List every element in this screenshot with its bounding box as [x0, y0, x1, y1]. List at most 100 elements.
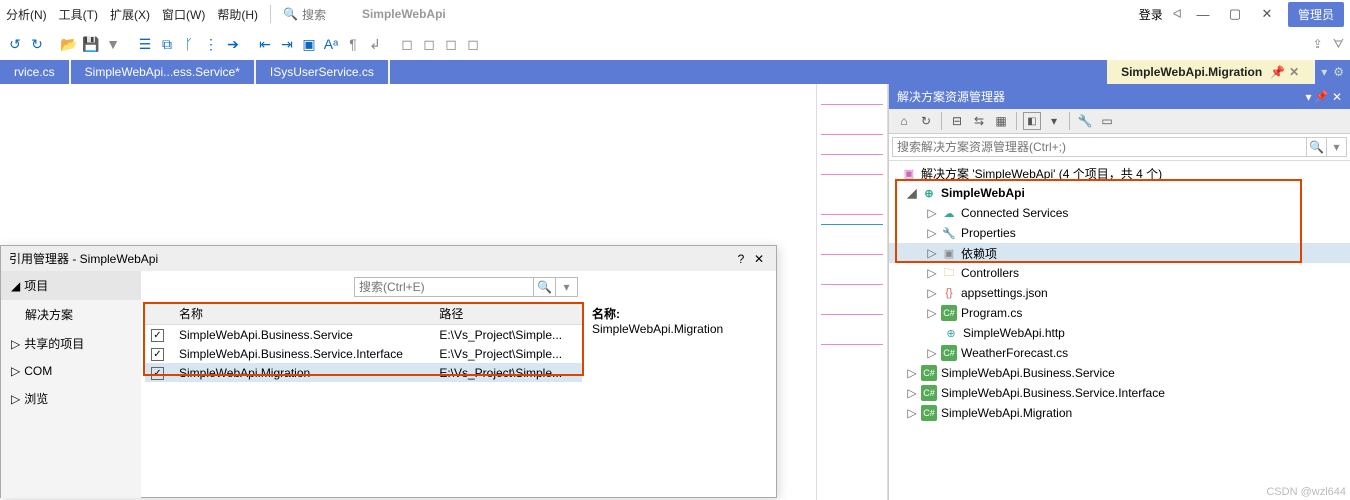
dialog-search-button[interactable]: 🔍 [534, 277, 556, 297]
chevron-right-icon[interactable]: ▷ [927, 306, 937, 320]
filter-icon[interactable]: ▾ [1045, 112, 1063, 130]
controllers-row[interactable]: ▷ 🗀 Controllers [889, 263, 1350, 283]
http-row[interactable]: ⊕ SimpleWebApi.http [889, 323, 1350, 343]
explorer-search-button[interactable]: 🔍 [1307, 137, 1327, 157]
weather-row[interactable]: ▷ C# WeatherForecast.cs [889, 343, 1350, 363]
explorer-search-input[interactable] [892, 137, 1307, 157]
explorer-search-dropdown[interactable]: ▾ [1327, 137, 1347, 157]
bookmark3-icon[interactable]: ◻ [442, 35, 460, 53]
feedback-icon[interactable]: ᗊ [1333, 37, 1344, 52]
dropdown-icon[interactable]: ▼ [104, 35, 122, 53]
outdent-icon[interactable]: ⇤ [256, 35, 274, 53]
dependencies-row[interactable]: ▷ ▣ 依赖项 [889, 243, 1350, 263]
solution-row[interactable]: ▣ 解决方案 'SimpleWebApi' (4 个项目，共 4 个) [889, 163, 1350, 183]
tree-icon[interactable]: ⧉ [158, 35, 176, 53]
dialog-search-dropdown[interactable]: ▾ [556, 277, 578, 297]
close-tab-icon[interactable]: ✕ [1289, 65, 1299, 79]
menu-help[interactable]: 帮助(H) [217, 6, 258, 23]
doc-tab-active[interactable]: SimpleWebApi.Migration 📌 ✕ [1107, 60, 1313, 84]
refresh-icon[interactable]: ↻ [917, 112, 935, 130]
doc-tab[interactable]: SimpleWebApi...ess.Service* [71, 60, 254, 84]
menu-extensions[interactable]: 扩展(X) [110, 6, 150, 23]
open-folder-icon[interactable]: 📂 [60, 35, 78, 53]
explorer-search: 🔍 ▾ [889, 134, 1350, 161]
nav-project[interactable]: ◢ 项目 [1, 271, 141, 300]
arrow-icon[interactable]: ➔ [224, 35, 242, 53]
dots-icon[interactable]: ⋮ [202, 35, 220, 53]
showall-icon[interactable]: ▦ [992, 112, 1010, 130]
menu-window[interactable]: 窗口(W) [162, 6, 205, 23]
minimize-button[interactable]: — [1192, 7, 1214, 22]
titlebar-search[interactable]: 🔍 搜索 [283, 6, 326, 23]
undo-icon[interactable]: ↺ [6, 35, 24, 53]
chevron-right-icon[interactable]: ▷ [927, 246, 937, 260]
chevron-right-icon[interactable]: ▷ [907, 366, 917, 380]
dialog-help-button[interactable]: ? [732, 252, 750, 266]
properties-row[interactable]: ▷ 🔧 Properties [889, 223, 1350, 243]
share-icon[interactable]: ⇪ [1313, 37, 1323, 52]
user-glyph-icon[interactable]: ᐊ [1173, 7, 1182, 21]
nav-com[interactable]: ▷ COM [1, 358, 141, 384]
dialog-close-button[interactable]: ✕ [750, 252, 768, 266]
doc-tab[interactable]: ISysUserService.cs [256, 60, 388, 84]
panel-close-icon[interactable]: ✕ [1332, 90, 1342, 104]
tab-dropdown-icon[interactable]: ▾ [1321, 65, 1327, 79]
checkbox[interactable]: ✓ [151, 367, 164, 380]
maximize-button[interactable]: ▢ [1224, 6, 1246, 22]
save-icon[interactable]: 💾 [82, 35, 100, 53]
project-row[interactable]: ▷ C# SimpleWebApi.Business.Service.Inter… [889, 383, 1350, 403]
project-row[interactable]: ▷ C# SimpleWebApi.Migration [889, 403, 1350, 423]
panel-dropdown-icon[interactable]: ▾ [1306, 90, 1312, 104]
chevron-right-icon[interactable]: ▷ [927, 206, 937, 220]
document-tabstrip: rvice.cs SimpleWebApi...ess.Service* ISy… [0, 60, 1350, 84]
table-row[interactable]: ✓ SimpleWebApi.Business.Service E:\Vs_Pr… [145, 325, 582, 345]
table-row[interactable]: ✓ SimpleWebApi.Business.Service.Interfac… [145, 344, 582, 363]
connected-services-row[interactable]: ▷ ☁ Connected Services [889, 203, 1350, 223]
tab-settings-icon[interactable]: ⚙ [1333, 65, 1344, 79]
checkbox[interactable]: ✓ [151, 329, 164, 342]
checkbox[interactable]: ✓ [151, 348, 164, 361]
chevron-right-icon[interactable]: ▷ [927, 266, 937, 280]
redo-icon[interactable]: ↻ [28, 35, 46, 53]
close-button[interactable]: ✕ [1256, 6, 1278, 22]
chevron-right-icon[interactable]: ▷ [907, 406, 917, 420]
appsettings-row[interactable]: ▷ {} appsettings.json [889, 283, 1350, 303]
menu-tools[interactable]: 工具(T) [59, 6, 98, 23]
project-row[interactable]: ▷ C# SimpleWebApi.Business.Service [889, 363, 1350, 383]
indent-icon[interactable]: ⇥ [278, 35, 296, 53]
dialog-search-input[interactable] [354, 277, 534, 297]
titlebar-search-label: 搜索 [302, 6, 326, 23]
format-icon[interactable]: ¶ [344, 35, 362, 53]
nav-solution[interactable]: 解决方案 [1, 300, 141, 329]
branch-icon[interactable]: ᚴ [180, 35, 198, 53]
sync-icon[interactable]: ⇆ [970, 112, 988, 130]
home-icon[interactable]: ⌂ [895, 112, 913, 130]
menu-analyze[interactable]: 分析(N) [6, 6, 47, 23]
wrap-icon[interactable]: ↲ [366, 35, 384, 53]
view-icon[interactable]: ▭ [1098, 112, 1116, 130]
list-icon[interactable]: ☰ [136, 35, 154, 53]
properties-icon[interactable]: ◧ [1023, 112, 1041, 130]
comment-icon[interactable]: ▣ [300, 35, 318, 53]
chevron-right-icon[interactable]: ▷ [907, 386, 917, 400]
chevron-right-icon[interactable]: ▷ [927, 226, 937, 240]
text-size-icon[interactable]: Aᵃ [322, 35, 340, 53]
nav-shared[interactable]: ▷ 共享的项目 [1, 329, 141, 358]
bookmark-icon[interactable]: ◻ [398, 35, 416, 53]
chevron-right-icon[interactable]: ▷ [927, 286, 937, 300]
wrench-icon[interactable]: 🔧 [1076, 112, 1094, 130]
minimap[interactable] [816, 84, 888, 500]
chevron-down-icon[interactable]: ◢ [907, 186, 917, 200]
panel-pin-icon[interactable]: 📌 [1315, 90, 1329, 103]
program-row[interactable]: ▷ C# Program.cs [889, 303, 1350, 323]
nav-browse[interactable]: ▷ 浏览 [1, 384, 141, 413]
doc-tab[interactable]: rvice.cs [0, 60, 69, 84]
chevron-right-icon[interactable]: ▷ [927, 346, 937, 360]
login-label[interactable]: 登录 [1139, 6, 1163, 23]
pin-icon[interactable]: 📌 [1270, 65, 1285, 79]
bookmark4-icon[interactable]: ◻ [464, 35, 482, 53]
project-row-main[interactable]: ◢ ⊕ SimpleWebApi [889, 183, 1350, 203]
collapse-icon[interactable]: ⊟ [948, 112, 966, 130]
table-row[interactable]: ✓ SimpleWebApi.Migration E:\Vs_Project\S… [145, 363, 582, 382]
bookmark2-icon[interactable]: ◻ [420, 35, 438, 53]
